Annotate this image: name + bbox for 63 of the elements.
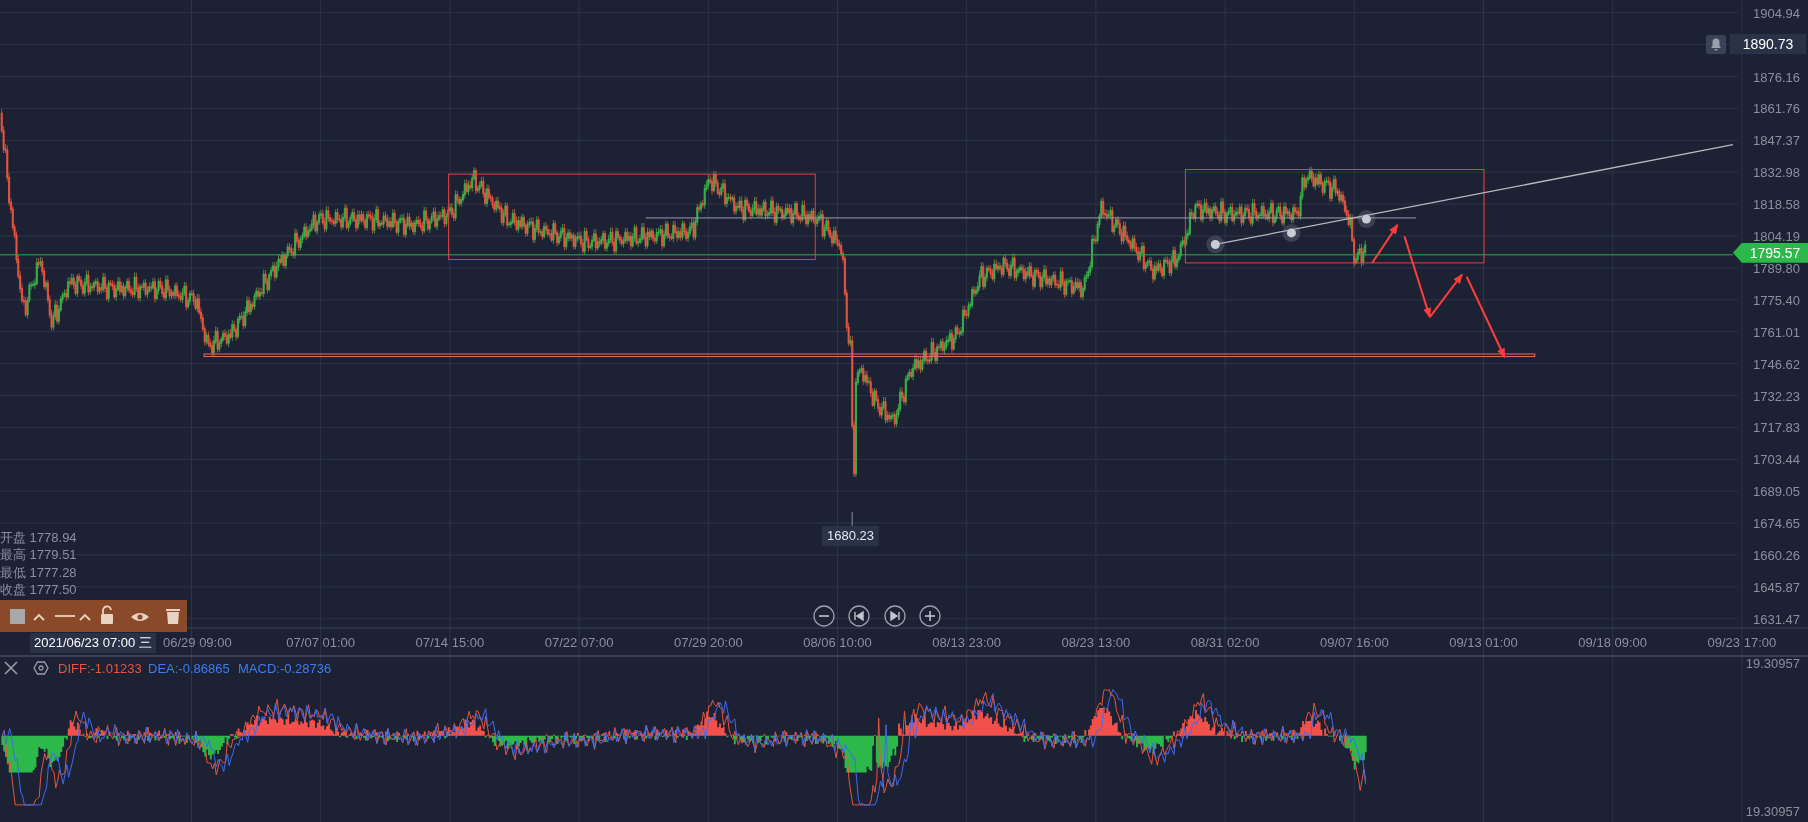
time-axis-label: 09/07 16:00 — [1319, 635, 1389, 650]
skip-forward-button[interactable] — [884, 605, 906, 627]
price-axis-label: 1775.40 — [1753, 292, 1800, 308]
price-axis-label: 1876.16 — [1753, 69, 1800, 85]
price-axis-label: 1904.94 — [1753, 5, 1800, 21]
time-axis-label: 07/14 15:00 — [415, 635, 485, 650]
ohlc-value: 收盘 1777.50 — [0, 581, 77, 597]
time-axis-label: 07/22 07:00 — [544, 635, 614, 650]
time-axis-label: 09/23 17:00 — [1707, 635, 1777, 650]
ohlc-value: 最高 1779.51 — [0, 547, 77, 563]
time-axis-label: 09/13 01:00 — [1449, 635, 1518, 650]
current-price: 1795.57 — [1733, 242, 1808, 263]
price-axis-label: 1861.76 — [1753, 101, 1800, 117]
price-axis-label: 1804.19 — [1753, 229, 1800, 244]
price-axis-label: 1631.47 — [1753, 611, 1800, 627]
price-axis-label: 1732.23 — [1753, 388, 1800, 404]
price-axis-label: 1761.01 — [1753, 324, 1800, 340]
macd-diff-value: DIFF:-1.01233 — [58, 661, 142, 676]
time-axis-label: 08/23 13:00 — [1061, 635, 1131, 650]
price-axis-label: 1847.37 — [1753, 133, 1800, 149]
crosshair-time-label: 2021/06/23 07:00 三 — [30, 633, 156, 653]
price-axis-label: 1832.98 — [1753, 165, 1800, 181]
time-axis-label: 08/06 10:00 — [803, 635, 872, 650]
anchor-handle[interactable] — [1282, 223, 1301, 242]
bell-icon[interactable] — [1706, 35, 1726, 54]
ohlc-value: 最低 1777.28 — [0, 564, 77, 580]
skip-back-button[interactable] — [848, 605, 870, 627]
anchor-handle[interactable] — [1206, 235, 1225, 254]
macd-axis-label: 19.30957 — [1745, 804, 1800, 819]
close-icon[interactable] — [4, 661, 18, 675]
zoom-out-button[interactable] — [813, 605, 835, 627]
color-swatch-icon[interactable] — [10, 609, 25, 624]
macd-dea-value: DEA:-0.86865 — [148, 661, 230, 676]
alert-price: 1890.73 — [1730, 34, 1806, 54]
settings-icon[interactable] — [33, 661, 49, 675]
eye-icon[interactable] — [131, 613, 149, 621]
time-axis-label: 09/18 09:00 — [1578, 635, 1648, 650]
low-price-label: 1680.23 — [822, 526, 879, 546]
price-axis-label: 1717.83 — [1753, 420, 1800, 436]
macd-axis-label: 19.30957 — [1745, 656, 1800, 671]
forecast-arrow — [1371, 223, 1399, 264]
price-axis-label: 1789.80 — [1753, 260, 1800, 276]
price-axis-label: 1818.58 — [1753, 197, 1800, 213]
price-axis-label: 1660.26 — [1753, 548, 1800, 563]
trash-icon[interactable] — [166, 609, 180, 624]
caret-icon[interactable] — [79, 613, 91, 621]
anchor-handle[interactable] — [1357, 210, 1376, 229]
time-axis-label: 06/29 09:00 — [163, 635, 232, 650]
unlock-icon[interactable] — [101, 605, 113, 624]
price-axis-label: 1703.44 — [1753, 452, 1800, 468]
time-axis-label: 08/13 23:00 — [932, 635, 1002, 650]
line-style-icon[interactable] — [54, 615, 76, 617]
macd-value: MACD:-0.28736 — [238, 661, 332, 676]
time-axis-label: 07/29 20:00 — [673, 635, 743, 650]
time-axis-label: 07/07 01:00 — [286, 635, 356, 650]
zoom-in-button[interactable] — [919, 605, 941, 627]
price-axis-label: 1689.05 — [1753, 484, 1800, 500]
time-axis-label: 08/31 02:00 — [1190, 635, 1260, 650]
caret-icon[interactable] — [33, 613, 45, 621]
price-axis-label: 1645.87 — [1753, 579, 1800, 595]
price-axis-label: 1746.62 — [1753, 356, 1800, 372]
ohlc-value: 开盘 1778.94 — [0, 530, 77, 545]
price-axis-label: 1674.65 — [1753, 516, 1800, 532]
